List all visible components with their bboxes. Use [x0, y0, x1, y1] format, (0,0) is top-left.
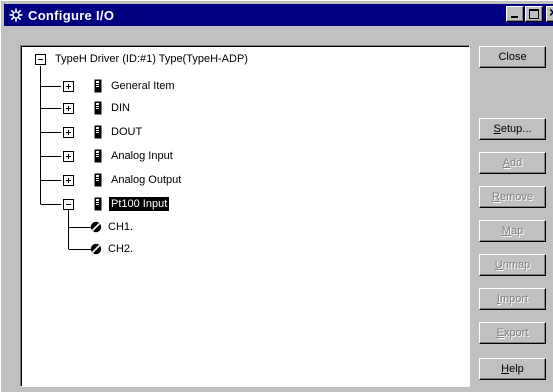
channel-disabled-icon [90, 243, 102, 255]
close-button-label: Close [498, 51, 527, 63]
gear-icon [8, 7, 24, 23]
import-button[interactable]: Import [479, 288, 546, 310]
module-icon [94, 149, 102, 163]
collapse-toggle-icon[interactable] [63, 199, 74, 210]
unmap-mnemonic: U [494, 259, 503, 271]
module-icon [94, 173, 102, 187]
minimize-button[interactable] [506, 6, 524, 22]
title-bar[interactable]: Configure I/O [4, 4, 553, 26]
remove-label: emove [499, 191, 533, 203]
io-tree-view[interactable]: TypeH Driver (ID:#1) Type(TypeH-ADP) Gen… [20, 45, 470, 387]
setup-button[interactable]: Setup... [479, 118, 546, 140]
remove-button[interactable]: Remove [479, 186, 546, 208]
tree-node-label[interactable]: Analog Output [109, 173, 183, 187]
setup-label: etup... [500, 123, 532, 135]
tree-node-label[interactable]: Analog Input [109, 149, 175, 163]
expand-toggle-icon[interactable] [63, 151, 74, 162]
tree-connector-lines [40, 66, 91, 250]
module-icon [94, 197, 102, 211]
unmap-label: nmap [502, 259, 531, 271]
tree-node-label[interactable]: General Item [109, 79, 177, 93]
module-icon [94, 125, 102, 139]
tree-node-label[interactable]: DOUT [109, 125, 144, 139]
tree-node-label-selected[interactable]: Pt100 Input [109, 197, 170, 211]
map-label: ap [510, 225, 524, 237]
export-mnemonic: E [496, 327, 504, 339]
tree-node-label[interactable]: CH2. [106, 242, 135, 256]
expand-toggle-icon[interactable] [63, 175, 74, 186]
map-mnemonic: M [501, 225, 511, 237]
expand-toggle-icon[interactable] [63, 81, 74, 92]
module-icon [94, 101, 102, 115]
maximize-button[interactable] [525, 6, 543, 22]
window-title: Configure I/O [28, 7, 115, 23]
close-button[interactable]: Close [479, 46, 546, 68]
module-icon [94, 79, 102, 93]
close-window-button[interactable] [546, 4, 553, 22]
expand-toggle-icon[interactable] [63, 127, 74, 138]
expand-toggle-icon[interactable] [63, 103, 74, 114]
import-label: mport [499, 293, 529, 305]
map-button[interactable]: Map [479, 220, 546, 242]
tree-node-label[interactable]: DIN [109, 101, 132, 115]
tree-root-label[interactable]: TypeH Driver (ID:#1) Type(TypeH-ADP) [53, 52, 250, 66]
add-mnemonic: A [502, 157, 511, 169]
export-label: xport [503, 327, 529, 339]
tree-node-label[interactable]: CH1. [106, 220, 135, 234]
unmap-button[interactable]: Unmap [479, 254, 546, 276]
add-label: dd [510, 157, 523, 169]
collapse-toggle-icon[interactable] [35, 54, 46, 65]
remove-mnemonic: R [492, 191, 500, 203]
export-button[interactable]: Export [479, 322, 546, 344]
add-button[interactable]: Add [479, 152, 546, 174]
help-label: elp [509, 363, 524, 375]
channel-disabled-icon [90, 221, 102, 233]
help-mnemonic: H [501, 363, 510, 375]
help-button[interactable]: Help [479, 358, 546, 380]
setup-mnemonic: S [493, 123, 501, 135]
configure-io-window: Configure I/O × TypeH Driver (ID:#1) Typ… [0, 0, 553, 392]
